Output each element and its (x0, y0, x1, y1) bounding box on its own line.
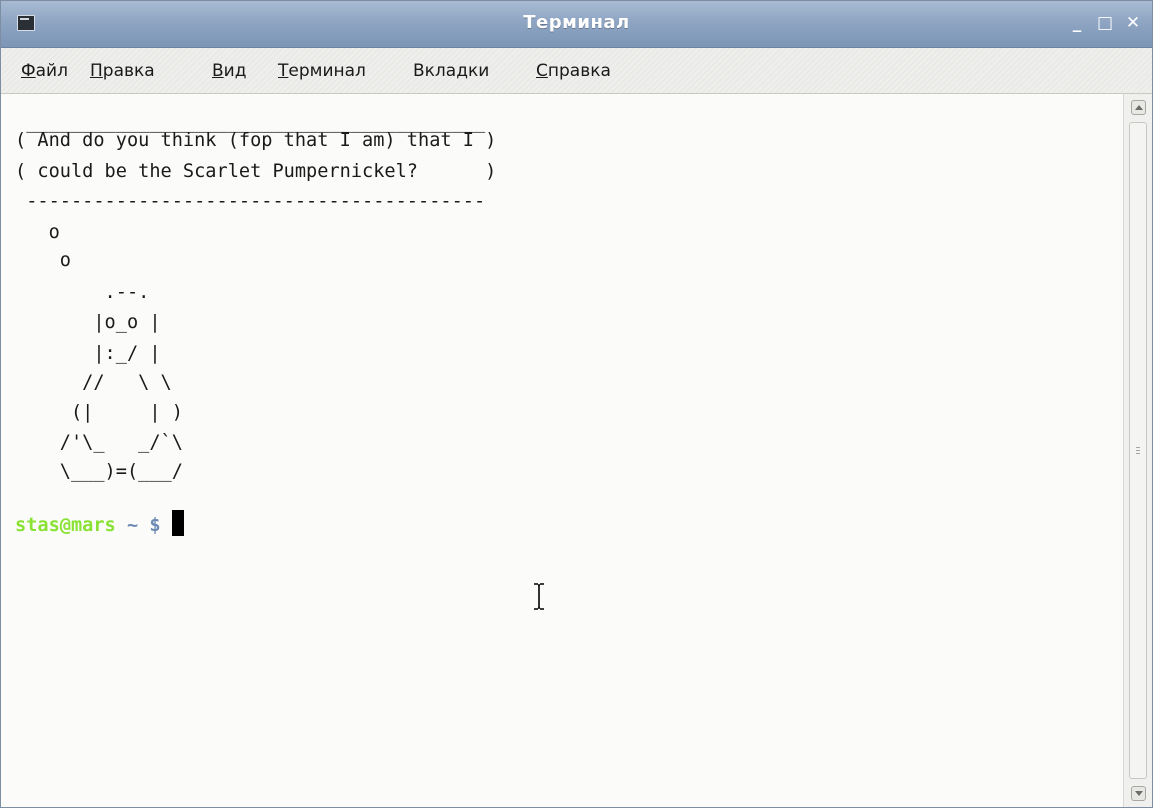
ibeam-cursor-icon (534, 583, 544, 610)
vertical-scrollbar[interactable] (1123, 94, 1152, 807)
menu-terminal[interactable]: Терминал (278, 61, 366, 81)
minimize-button[interactable]: _ (1068, 12, 1086, 34)
menu-file-accel: Ф (21, 61, 36, 81)
menu-tabs-accel: д (456, 61, 468, 81)
menu-view-accel: В (212, 61, 224, 81)
maximize-button[interactable]: □ (1096, 12, 1114, 34)
title-bar[interactable]: Терминал _ □ ✕ (1, 1, 1152, 48)
terminal-line: o (15, 250, 71, 271)
menu-edit[interactable]: Правка (90, 61, 155, 81)
scroll-down-icon[interactable] (1131, 786, 1146, 801)
menu-help-accel: С (536, 61, 548, 81)
menu-edit-accel: П (90, 61, 103, 81)
prompt-line[interactable]: stas@mars ~ $ (15, 510, 184, 541)
menu-help-label: правка (547, 61, 611, 81)
prompt-user-host: stas@mars (15, 515, 116, 536)
menu-file[interactable]: Файл (21, 61, 68, 81)
terminal-line: o (15, 222, 60, 243)
terminal-line: \___)=(___/ (15, 461, 183, 482)
window-title: Терминал (523, 12, 630, 33)
menu-terminal-label: ерминал (288, 61, 366, 81)
terminal-line: // \ \ (15, 372, 172, 393)
menu-edit-label: равка (102, 61, 155, 81)
terminal-line: .--. (15, 282, 150, 303)
prompt-path: ~ $ (126, 515, 161, 536)
menu-terminal-accel: Т (278, 61, 289, 81)
scroll-grip-icon (1136, 446, 1140, 454)
terminal-line: |:_/ | (15, 343, 161, 364)
terminal-line: |o_o | (15, 312, 161, 333)
terminal-line: /'\_ _/`\ (15, 432, 183, 453)
terminal-line: ( could be the Scarlet Pumpernickel? ) (15, 161, 497, 182)
menu-help[interactable]: Справка (536, 61, 611, 81)
menu-tabs-label: ки (467, 61, 490, 81)
terminal-window: Терминал _ □ ✕ Файл Правка Вид Терминал … (0, 0, 1153, 808)
terminal-line: ( And do you think (fop that I am) that … (15, 130, 497, 151)
menu-tabs-pre: Вкла (413, 61, 457, 81)
menu-view[interactable]: Вид (212, 61, 246, 81)
scroll-thumb[interactable] (1129, 122, 1147, 779)
window-controls: _ □ ✕ (1068, 12, 1142, 34)
menu-tabs[interactable]: Вкладки (413, 61, 489, 81)
close-button[interactable]: ✕ (1124, 12, 1142, 34)
menu-view-label: ид (223, 61, 247, 81)
terminal-line: (| | ) (15, 402, 183, 423)
scroll-up-icon[interactable] (1131, 100, 1146, 115)
menu-file-label: айл (35, 61, 68, 81)
terminal-area[interactable]: ________________________________________… (1, 94, 1124, 807)
text-cursor (171, 510, 184, 536)
menu-bar: Файл Правка Вид Терминал Вкладки Справка (1, 48, 1152, 94)
terminal-line: ----------------------------------------… (15, 191, 486, 212)
